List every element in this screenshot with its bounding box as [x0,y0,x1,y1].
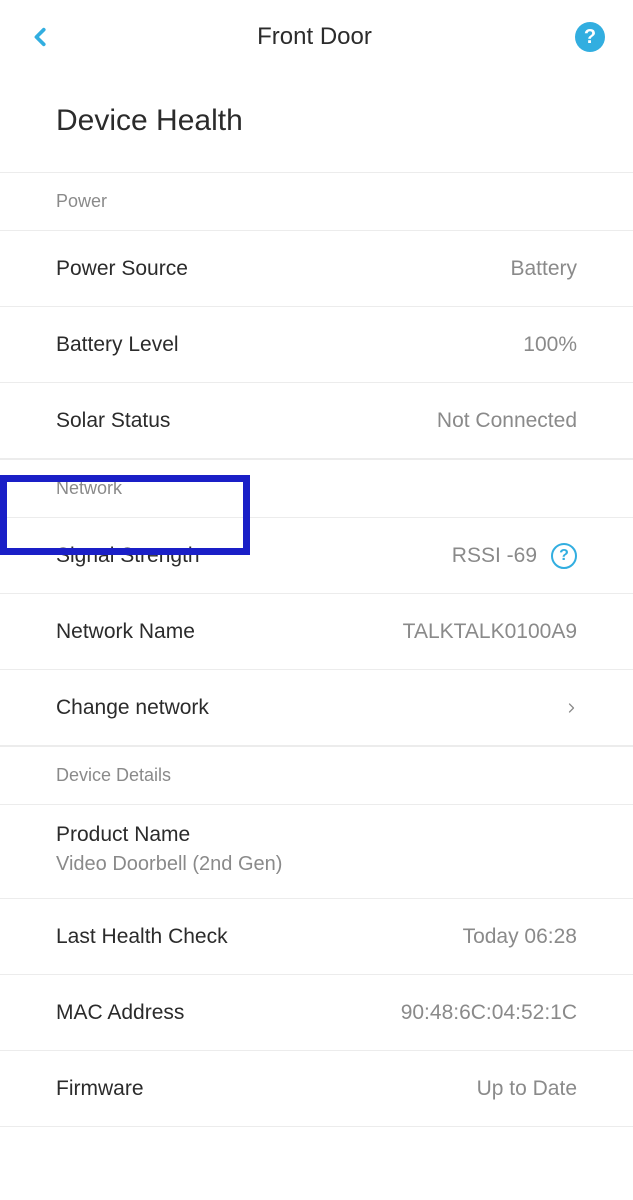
value-signal-strength-text: RSSI -69 [452,544,537,568]
row-product-name: Product Name Video Doorbell (2nd Gen) [0,805,633,899]
signal-help-icon[interactable]: ? [551,543,577,569]
page-title: Device Health [56,104,577,138]
help-icon[interactable]: ? [575,22,605,52]
label-last-health-check: Last Health Check [56,925,228,949]
row-signal-strength: Signal Strength RSSI -69 ? [0,518,633,594]
section-header-device-details: Device Details [0,746,633,805]
label-power-source: Power Source [56,257,188,281]
value-power-source: Battery [510,257,577,281]
back-icon[interactable] [28,24,54,50]
label-network-name: Network Name [56,620,195,644]
label-signal-strength: Signal Strength [56,544,200,568]
row-last-health-check: Last Health Check Today 06:28 [0,899,633,975]
row-firmware: Firmware Up to Date [0,1051,633,1127]
row-change-network[interactable]: Change network [0,670,633,746]
value-signal-strength: RSSI -69 ? [452,543,577,569]
value-battery-level: 100% [523,333,577,357]
section-header-network: Network [0,459,633,518]
row-battery-level: Battery Level 100% [0,307,633,383]
page-title-wrap: Device Health [0,74,633,172]
value-product-name: Video Doorbell (2nd Gen) [56,853,577,876]
label-change-network: Change network [56,696,209,720]
value-last-health-check: Today 06:28 [463,925,577,949]
value-firmware: Up to Date [477,1077,577,1101]
value-network-name: TALKTALK0100A9 [403,620,577,644]
label-firmware: Firmware [56,1077,144,1101]
nav-title: Front Door [257,23,372,51]
label-mac-address: MAC Address [56,1001,184,1025]
section-header-power: Power [0,172,633,231]
label-battery-level: Battery Level [56,333,179,357]
row-solar-status: Solar Status Not Connected [0,383,633,459]
value-mac-address: 90:48:6C:04:52:1C [401,1001,577,1025]
label-product-name: Product Name [56,823,577,847]
nav-bar: Front Door ? [0,0,633,74]
row-mac-address: MAC Address 90:48:6C:04:52:1C [0,975,633,1051]
label-solar-status: Solar Status [56,409,170,433]
row-power-source: Power Source Battery [0,231,633,307]
row-network-name: Network Name TALKTALK0100A9 [0,594,633,670]
chevron-right-icon [565,698,577,718]
value-solar-status: Not Connected [437,409,577,433]
